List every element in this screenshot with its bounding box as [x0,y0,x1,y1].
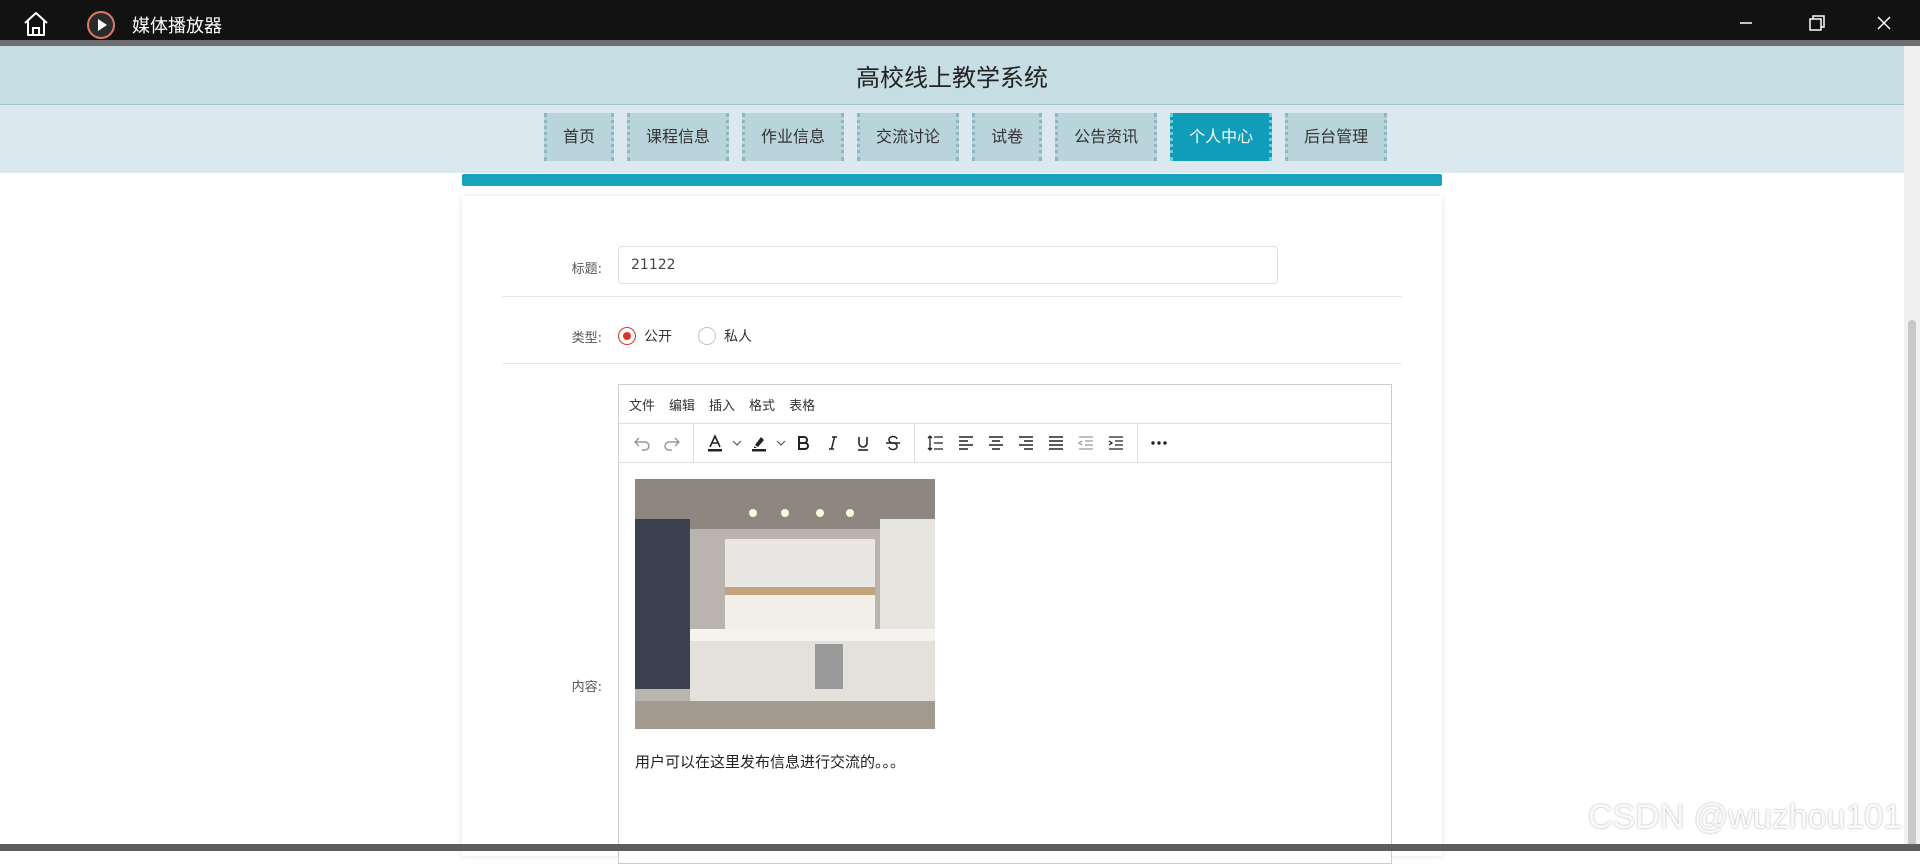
type-label: 类型: [571,331,602,346]
nav-item-admin[interactable]: 后台管理 [1285,113,1388,161]
nav-item-announcements[interactable]: 公告资讯 [1055,113,1158,161]
title-input[interactable] [618,246,1278,284]
chevron-down-icon[interactable] [774,428,788,458]
post-form-card: 标题: 类型: 公开 私人 内容: 文件 编辑 插入 格式 表格 [462,196,1442,864]
menu-table[interactable]: 表格 [789,395,815,414]
editor-content[interactable]: 用户可以在这里发布信息进行交流的。。。 [619,463,1391,788]
home-icon[interactable] [20,10,52,38]
media-player-icon [87,11,115,39]
nav-item-home[interactable]: 首页 [544,113,615,161]
form-divider [502,296,1402,297]
line-height-icon[interactable] [921,428,951,458]
toolbar-separator [1137,424,1138,462]
menu-format[interactable]: 格式 [749,395,775,414]
nav-item-profile[interactable]: 个人中心 [1170,113,1273,161]
align-center-icon[interactable] [981,428,1011,458]
watermark: CSDN @wuzhou101 [1588,798,1903,836]
indent-icon[interactable] [1101,428,1131,458]
restore-icon[interactable] [1796,8,1836,38]
window-titlebar: 媒体播放器 [0,0,1920,46]
rich-text-editor: 文件 编辑 插入 格式 表格 用户可以在这里发布信息进行交流的。。。 [618,384,1392,864]
outdent-icon[interactable] [1071,428,1101,458]
scrollbar-thumb[interactable] [1908,320,1916,851]
close-icon[interactable] [1864,8,1904,38]
menu-insert[interactable]: 插入 [709,395,735,414]
nav-item-courses[interactable]: 课程信息 [627,113,730,161]
highlight-icon[interactable] [744,428,774,458]
menu-file[interactable]: 文件 [629,395,655,414]
nav-item-exam[interactable]: 试卷 [972,113,1043,161]
form-divider [502,363,1402,364]
nav-item-discussion[interactable]: 交流讨论 [857,113,960,161]
toolbar-separator [693,424,694,462]
radio-private[interactable]: 私人 [698,326,752,346]
title-label: 标题: [571,262,602,277]
type-radio-group: 公开 私人 [618,326,778,346]
toolbar-separator [914,424,915,462]
chevron-down-icon[interactable] [730,428,744,458]
editor-menubar: 文件 编辑 插入 格式 表格 [619,385,1391,424]
redo-icon[interactable] [657,428,687,458]
underline-icon[interactable] [848,428,878,458]
site-title: 高校线上教学系统 [856,63,1048,92]
editor-toolbar [619,424,1391,463]
italic-icon[interactable] [818,428,848,458]
menu-edit[interactable]: 编辑 [669,395,695,414]
radio-private-label[interactable]: 私人 [724,326,752,346]
strikethrough-icon[interactable] [878,428,908,458]
radio-public-circle[interactable] [618,327,636,345]
justify-icon[interactable] [1041,428,1071,458]
main-nav: 首页 课程信息 作业信息 交流讨论 试卷 公告资讯 个人中心 后台管理 [544,113,1388,161]
bold-icon[interactable] [788,428,818,458]
more-icon[interactable] [1144,428,1174,458]
align-right-icon[interactable] [1011,428,1041,458]
nav-item-homework[interactable]: 作业信息 [742,113,845,161]
radio-public-label[interactable]: 公开 [644,326,672,346]
undo-icon[interactable] [627,428,657,458]
window-title: 媒体播放器 [132,16,222,37]
minimize-icon[interactable] [1726,8,1766,38]
content-label: 内容: [571,680,602,695]
site-header: 高校线上教学系统 [0,46,1904,105]
kitchen-photo [635,479,935,729]
radio-private-circle[interactable] [698,327,716,345]
text-color-icon[interactable] [700,428,730,458]
editor-body-text[interactable]: 用户可以在这里发布信息进行交流的。。。 [635,751,1375,772]
align-left-icon[interactable] [951,428,981,458]
bottom-strip [0,844,1920,851]
radio-public[interactable]: 公开 [618,326,672,346]
accent-bar [462,174,1442,186]
